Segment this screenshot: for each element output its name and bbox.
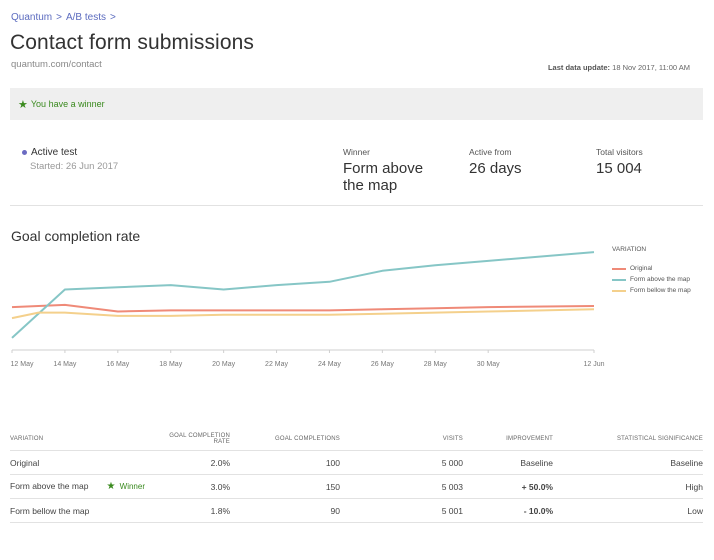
last-update-label: Last data update: [547,63,611,72]
series-line-1[interactable] [11,251,595,339]
legend-swatch [612,267,626,270]
cell-visits: 5 003 [340,474,463,499]
started-date: Started: 26 Jun 2017 [30,161,119,172]
legend-item-form-above[interactable]: Form above the map [612,276,691,283]
cell-improvement: Baseline [463,450,553,475]
cell-rate: 1.8% [155,498,230,523]
cell-improvement: + 50.0% [463,474,553,499]
x-axis-tick-label: 26 May [371,361,394,368]
x-axis-tick-label: 16 May [106,361,129,368]
col-header-improvement[interactable]: IMPROVEMENT [463,428,553,451]
winner-stat-label: Winner [343,147,370,157]
cell-variation: Form bellow the map [10,498,155,523]
table-row[interactable]: Form above the map ★ Winner 3.0% 150 5 00… [10,474,703,499]
legend-title: VARIATION [612,246,647,253]
page-url: quantum.com/contact [11,59,102,70]
legend-swatch [612,278,626,281]
cell-rate: 2.0% [155,450,230,475]
x-axis-tick-label: 28 May [424,361,447,368]
total-visitors-value: 15 004 [596,160,642,177]
col-header-visits[interactable]: VISITS [340,428,463,451]
legend-label: Form bellow the map [630,287,691,294]
winner-banner-text: You have a winner [30,99,105,109]
star-icon: ★ [18,98,28,111]
legend-item-original[interactable]: Original [612,265,691,272]
col-header-rate[interactable]: GOAL COMPLETION RATE [155,428,230,451]
cell-completions: 90 [230,498,340,523]
x-axis-tick-label: 22 May [265,361,288,368]
active-from-value: 26 days [469,160,522,177]
active-test-label: Active test [31,147,78,158]
breadcrumb-link-quantum[interactable]: Quantum [11,12,52,23]
x-axis-tick-label: 24 May [318,361,341,368]
breadcrumb: Quantum > A/B tests > [11,12,116,23]
winner-stat: Winner Form above the map [343,147,433,194]
star-icon: ★ [106,481,116,492]
col-header-significance[interactable]: STATISTICAL SIGNIFICANCE [553,428,703,451]
total-visitors-label: Total visitors [596,147,643,157]
cell-completions: 150 [230,474,340,499]
cell-visits: 5 000 [340,450,463,475]
legend-swatch [612,289,626,292]
winner-badge-label: Winner [119,482,145,491]
col-header-completions[interactable]: GOAL COMPLETIONS [230,428,340,451]
test-summary: Active test Started: 26 Jun 2017 Winner … [10,140,703,206]
x-axis-tick-label: 12 Jun [583,361,604,368]
cell-variation: Original [10,450,110,475]
x-axis-tick-label: 18 May [159,361,182,368]
active-from-label: Active from [469,147,512,157]
goal-completion-chart: 12 May 14 May 16 May 18 May 20 May 22 May 24 M… [11,251,605,368]
legend-item-form-bellow[interactable]: Form bellow the map [612,287,691,294]
winner-badge: ★ Winner [106,481,145,492]
chart-legend: VARIATION Original Form above the map Fo… [612,246,691,298]
breadcrumb-separator: > [110,12,116,23]
status-dot-icon [22,150,27,155]
cell-visits: 5 001 [340,498,463,523]
cell-rate: 3.0% [155,474,230,499]
table-row[interactable]: Original 2.0% 100 5 000 Baseline Baselin… [10,450,703,475]
x-axis-tick-label: 30 May [477,361,500,368]
total-visitors-stat: Total visitors 15 004 [596,147,643,177]
table-row[interactable]: Form bellow the map 1.8% 90 5 001 - 10.0… [10,498,703,523]
cell-variation: Form above the map ★ Winner [10,474,155,499]
x-axis-tick-label: 12 May [11,361,34,368]
x-axis-tick-label: 20 May [212,361,235,368]
last-update-value: 18 Nov 2017, 11:00 AM [612,63,690,72]
legend-label: Original [630,265,653,272]
breadcrumb-link-ab-tests[interactable]: A/B tests [66,12,106,23]
x-axis-tick-label: 14 May [53,361,76,368]
cell-improvement: - 10.0% [463,498,553,523]
results-table: VARIATION GOAL COMPLETION RATE GOAL COMP… [10,428,703,523]
active-test-status: Active test Started: 26 Jun 2017 [22,147,118,172]
cell-completions: 100 [230,450,340,475]
winner-banner: ★ You have a winner [10,88,703,120]
breadcrumb-separator: > [56,12,62,23]
last-update: Last data update: 18 Nov 2017, 11:00 AM [548,63,690,72]
cell-significance: Baseline [553,450,703,475]
page-title: Contact form submissions [10,31,254,54]
winner-stat-value: Form above the map [343,160,424,194]
cell-significance: Low [553,498,703,523]
legend-label: Form above the map [630,276,690,283]
active-from-stat: Active from 26 days [469,147,522,177]
table-header-row: VARIATION GOAL COMPLETION RATE GOAL COMP… [10,428,703,451]
col-header-variation[interactable]: VARIATION [10,428,110,451]
cell-significance: High [553,474,703,499]
variation-name: Form above the map [10,481,89,491]
